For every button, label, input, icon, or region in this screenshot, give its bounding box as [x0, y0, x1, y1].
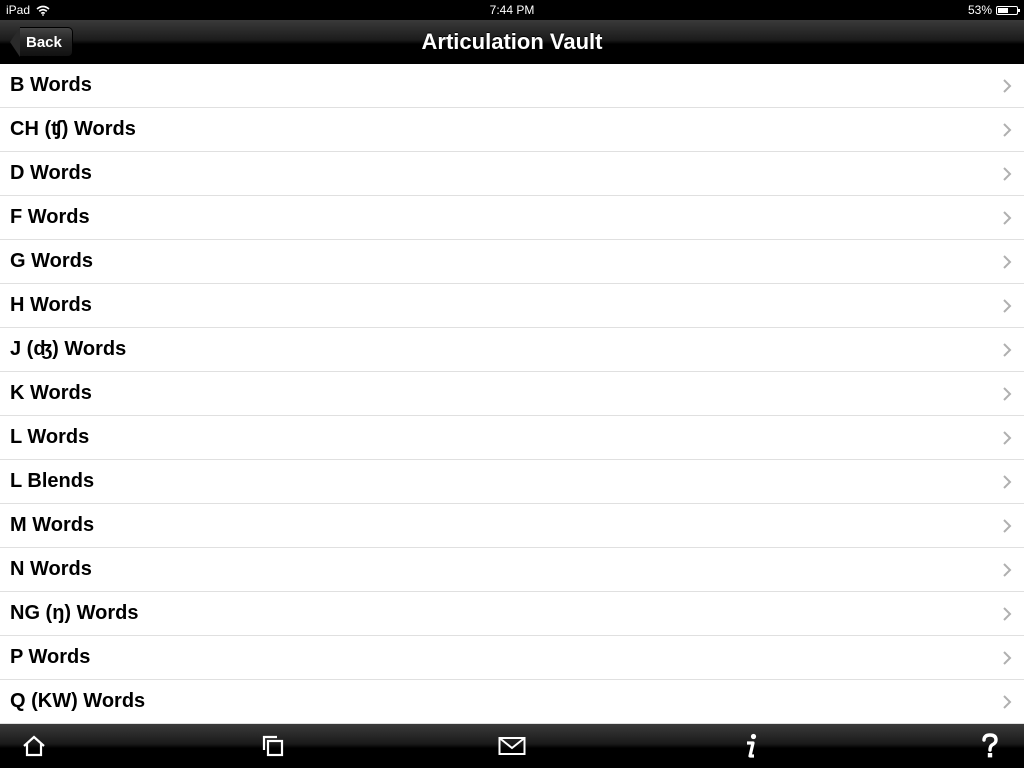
chevron-right-icon [1003, 342, 1012, 357]
help-button[interactable] [968, 724, 1012, 768]
list-item[interactable]: K Words [0, 372, 1024, 416]
battery-percent: 53% [967, 3, 992, 17]
list-item-label: J (ʤ) Words [10, 338, 127, 360]
help-icon [982, 733, 998, 758]
chevron-right-icon [1003, 694, 1012, 709]
chevron-right-icon [1003, 122, 1012, 137]
sound-list[interactable]: B Words CH (ʧ) Words D Words F Words G Words… [0, 64, 1024, 724]
bottom-toolbar [0, 724, 1024, 768]
status-right: 53% [967, 3, 1020, 17]
device-name: iPad [6, 3, 31, 17]
list-item-label: N Words [10, 558, 92, 580]
back-arrow-icon [10, 27, 20, 57]
mail-button[interactable] [490, 724, 534, 768]
status-left: iPad [6, 3, 50, 17]
list-item[interactable]: L Words [0, 416, 1024, 460]
info-icon [747, 733, 757, 758]
chevron-right-icon [1003, 606, 1012, 621]
list-item-label: B Words [10, 74, 92, 96]
list-item-label: H Words [10, 294, 92, 316]
status-bar: iPad 7:44 PM 53% [0, 0, 1024, 20]
list-item[interactable]: F Words [0, 196, 1024, 240]
list-item[interactable]: G Words [0, 240, 1024, 284]
chevron-right-icon [1003, 298, 1012, 313]
list-item[interactable]: Q (KW) Words [0, 680, 1024, 724]
list-item[interactable]: NG (ŋ) Words [0, 592, 1024, 636]
chevron-right-icon [1003, 518, 1012, 533]
list-item[interactable]: M Words [0, 504, 1024, 548]
status-time: 7:44 PM [489, 3, 535, 17]
list-item-label: D Words [10, 162, 92, 184]
info-button[interactable] [729, 724, 773, 768]
chevron-right-icon [1003, 166, 1012, 181]
chevron-right-icon [1003, 474, 1012, 489]
list-item-label: CH (ʧ) Words [10, 118, 136, 140]
list-item[interactable]: D Words [0, 152, 1024, 196]
list-item[interactable]: L Blends [0, 460, 1024, 504]
list-item-label: F Words [10, 206, 90, 228]
list-item[interactable]: H Words [0, 284, 1024, 328]
list-item[interactable]: N Words [0, 548, 1024, 592]
list-item-label: M Words [10, 514, 95, 536]
list-item[interactable]: CH (ʧ) Words [0, 108, 1024, 152]
list-item-label: K Words [10, 382, 92, 404]
chevron-right-icon [1003, 78, 1012, 93]
list-item-label: G Words [10, 250, 93, 272]
list-item[interactable]: J (ʤ) Words [0, 328, 1024, 372]
list-item-label: L Blends [10, 470, 95, 492]
chevron-right-icon [1003, 386, 1012, 401]
list-item-label: L Words [10, 426, 90, 448]
home-icon [23, 735, 45, 757]
list-item[interactable]: P Words [0, 636, 1024, 680]
navigation-bar: Articulation Vault Back [0, 20, 1024, 65]
chevron-right-icon [1003, 254, 1012, 269]
home-button[interactable] [12, 724, 56, 768]
back-button-label: Back [20, 27, 73, 57]
list-item-label: Q (KW) Words [10, 690, 146, 712]
list-item[interactable]: B Words [0, 64, 1024, 108]
wifi-icon [36, 5, 50, 16]
battery-icon [996, 5, 1020, 15]
chevron-right-icon [1003, 210, 1012, 225]
list-item-label: P Words [10, 646, 91, 668]
back-button[interactable]: Back [10, 27, 73, 57]
mail-icon [498, 737, 526, 755]
chevron-right-icon [1003, 562, 1012, 577]
copy-button[interactable] [251, 724, 295, 768]
copy-icon [262, 735, 284, 757]
list-item-label: NG (ŋ) Words [10, 602, 139, 624]
chevron-right-icon [1003, 650, 1012, 665]
chevron-right-icon [1003, 430, 1012, 445]
battery-fill [998, 7, 1008, 13]
page-title: Articulation Vault [421, 29, 603, 54]
